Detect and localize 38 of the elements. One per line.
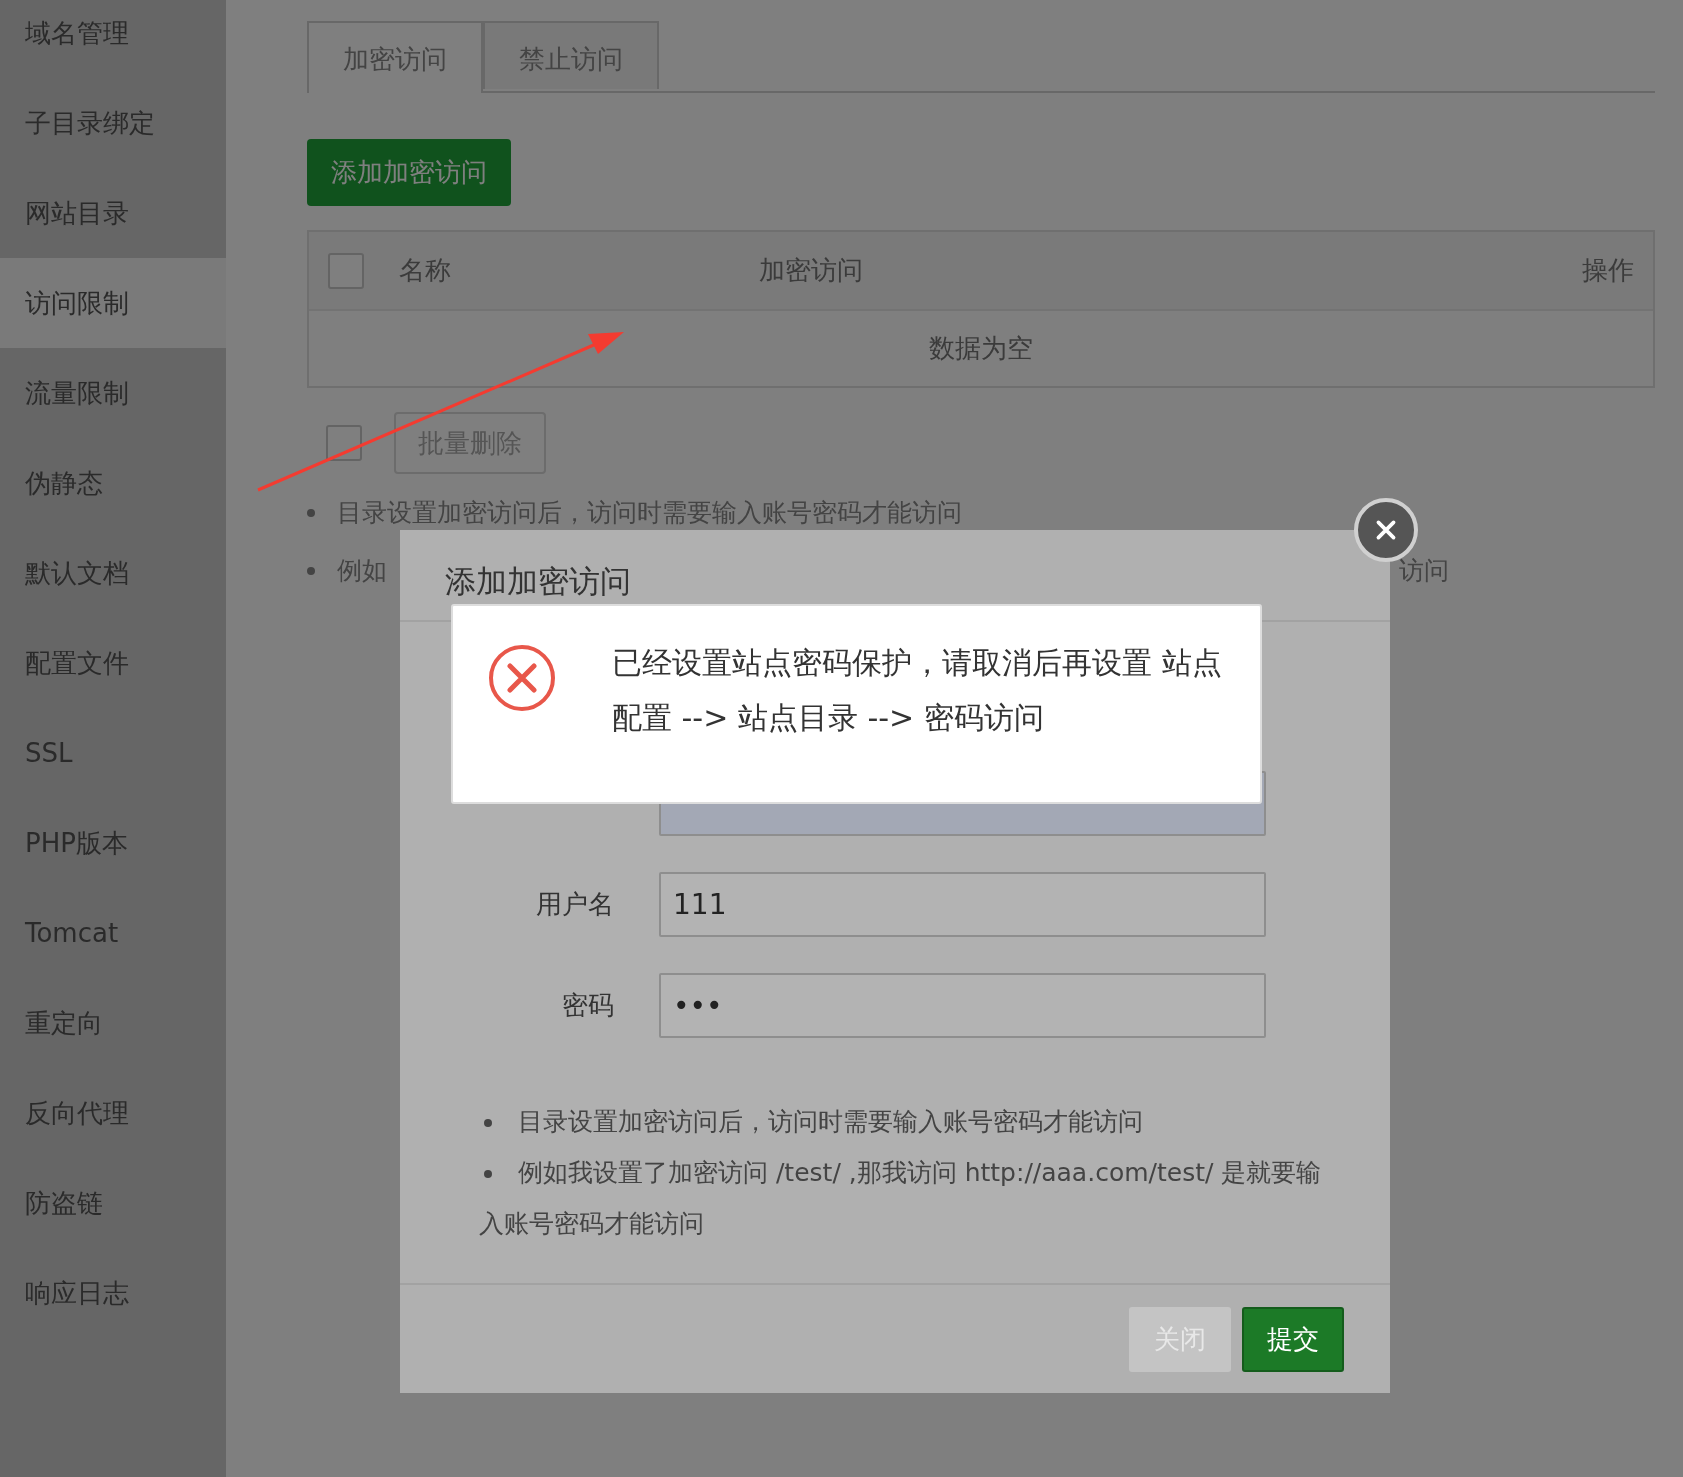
sidebar-item[interactable]: 重定向	[0, 978, 226, 1068]
field-label: 用户名	[535, 888, 614, 921]
sidebar-item[interactable]: 配置文件	[0, 618, 226, 708]
checkbox[interactable]	[328, 252, 364, 289]
field-label: 密码	[561, 989, 614, 1022]
note-text: 例如	[337, 555, 387, 587]
submit-button[interactable]: 提交	[1242, 1306, 1344, 1372]
note-text: 例如我设置了加密访问 /test/ ,那我访问 http://aaa.com/test/ 是就要输入账号密码才能访问	[479, 1147, 1330, 1249]
sidebar-item[interactable]: 防盗链	[0, 1158, 226, 1248]
add-button[interactable]: 添加加密访问	[307, 139, 511, 206]
bullet-icon	[307, 567, 315, 575]
sidebar-item[interactable]: Tomcat	[0, 888, 226, 978]
sidebar-item[interactable]: SSL	[0, 708, 226, 798]
column-header: 操作	[1582, 254, 1634, 287]
bullet-icon	[307, 509, 315, 517]
sidebar-item[interactable]: 默认文档	[0, 528, 226, 618]
sidebar-item[interactable]: 网站目录	[0, 168, 226, 258]
note-text: 目录设置加密访问后，访问时需要输入账号密码才能访问	[479, 1096, 1330, 1147]
alert-message: 已经设置站点密码保护，请取消后再设置 站点配置 --> 站点目录 --> 密码访问	[612, 644, 1223, 737]
sidebar-item[interactable]: 伪静态	[0, 438, 226, 528]
sidebar-item[interactable]: 流量限制	[0, 348, 226, 438]
sidebar-item[interactable]: 反向代理	[0, 1068, 226, 1158]
column-header: 加密访问	[759, 254, 864, 287]
sidebar-item[interactable]: 访问限制	[0, 258, 226, 348]
sidebar-item[interactable]: 响应日志	[0, 1248, 226, 1338]
note-text: 目录设置加密访问后，访问时需要输入账号密码才能访问	[337, 497, 962, 529]
note-text: 访问	[1399, 555, 1449, 587]
tab[interactable]: 加密访问	[307, 21, 483, 93]
input-field[interactable]: 111	[659, 872, 1266, 937]
input-field[interactable]: •••	[659, 973, 1266, 1038]
column-header: 名称	[398, 254, 452, 287]
sidebar-item[interactable]: 域名管理	[0, 0, 226, 78]
sidebar-item[interactable]: PHP版本	[0, 798, 226, 888]
error-icon	[487, 643, 557, 713]
checkbox[interactable]	[326, 425, 362, 461]
sidebar-item[interactable]: 子目录绑定	[0, 78, 226, 168]
dialog-title: 添加加密访问	[445, 562, 631, 601]
empty-message: 数据为空	[928, 332, 1034, 365]
